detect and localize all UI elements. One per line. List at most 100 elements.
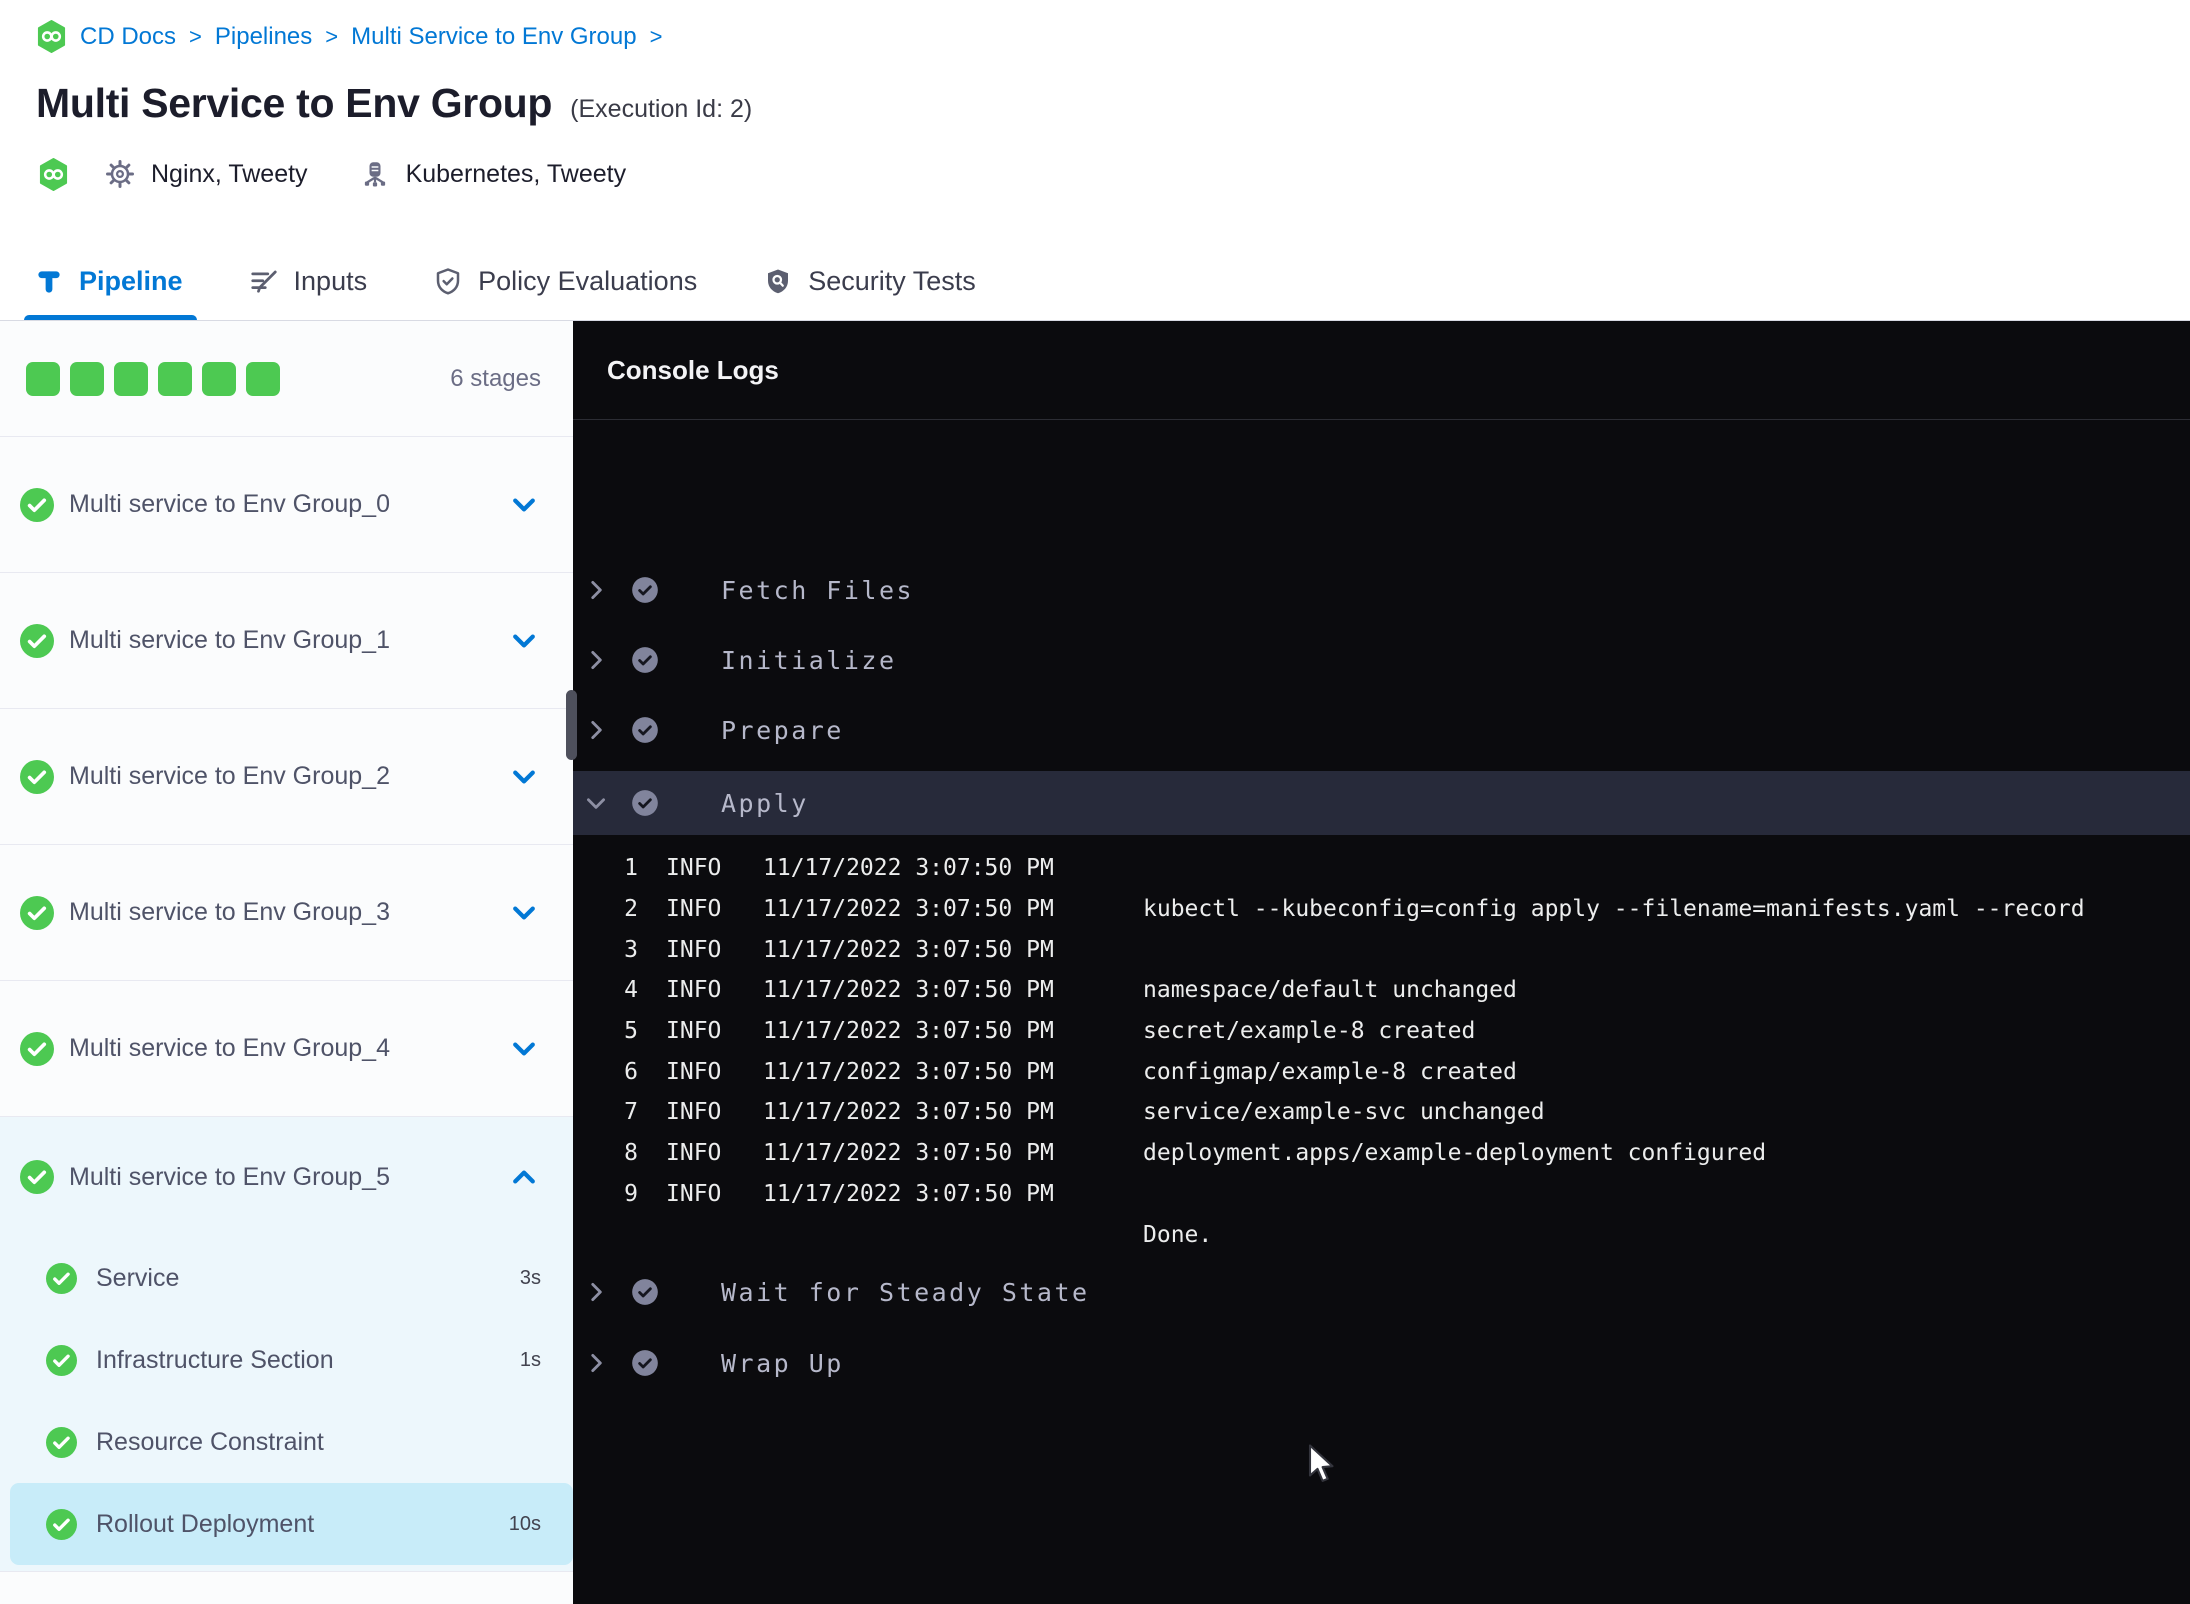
log-line-number: 2 — [624, 896, 638, 923]
tab-policy-evaluations-label: Policy Evaluations — [478, 266, 698, 296]
log-line: 5 INFO 11/17/2022 3:07:50 PM secret/exam… — [573, 1011, 2190, 1052]
success-check-icon — [20, 759, 54, 794]
stage-progress-square[interactable] — [26, 361, 60, 396]
log-level: INFO — [666, 1018, 722, 1045]
step-name: Service — [96, 1263, 180, 1292]
cd-module-icon — [39, 157, 68, 191]
step-row-rollout-deployment[interactable]: Rollout Deployment 10s — [10, 1483, 573, 1565]
stage-row[interactable]: Multi service to Env Group_5 — [0, 1117, 573, 1237]
console-header: Console Logs — [573, 321, 2190, 420]
execution-id-label: (Execution Id: 2) — [570, 95, 753, 123]
stage-name: Multi service to Env Group_0 — [69, 490, 390, 518]
chevron-down-icon[interactable] — [509, 490, 539, 520]
console-step-prepare[interactable]: Prepare — [573, 698, 2190, 762]
cd-module-icon — [37, 20, 66, 53]
tab-pipeline-label: Pipeline — [79, 266, 183, 296]
stage-row[interactable]: Multi service to Env Group_0 — [0, 437, 573, 573]
step-duration: 10s — [508, 1512, 541, 1535]
breadcrumb-item-pipeline-name[interactable]: Multi Service to Env Group — [351, 23, 636, 51]
log-level: INFO — [666, 1058, 722, 1085]
tab-security-tests-label: Security Tests — [808, 266, 976, 296]
stage-progress-square[interactable] — [70, 361, 104, 396]
gear-icon — [106, 160, 134, 188]
log-message: configmap/example-8 created — [1143, 1058, 1517, 1085]
tab-pipeline[interactable]: Pipeline — [24, 243, 197, 320]
tab-policy-evaluations[interactable]: Policy Evaluations — [433, 243, 697, 320]
chevron-down-icon — [587, 798, 605, 809]
tab-security-tests[interactable]: Security Tests — [763, 243, 976, 320]
log-line-number: 1 — [624, 855, 638, 882]
stage-row[interactable]: Multi service to Env Group_1 — [0, 573, 573, 709]
chevron-down-icon[interactable] — [509, 626, 539, 656]
chevron-down-icon[interactable] — [509, 898, 539, 928]
breadcrumb-item-cd-docs[interactable]: CD Docs — [80, 23, 176, 51]
stage-progress-square[interactable] — [158, 361, 192, 396]
log-message: secret/example-8 created — [1143, 1018, 1476, 1045]
chevron-down-icon[interactable] — [509, 762, 539, 792]
log-line: 4 INFO 11/17/2022 3:07:50 PM namespace/d… — [573, 970, 2190, 1011]
console-log-output: 1 INFO 11/17/2022 3:07:50 PM 2 INFO 11/1… — [573, 848, 2190, 1255]
log-level: INFO — [666, 855, 722, 882]
inputs-icon — [250, 270, 277, 293]
console-step-initialize[interactable]: Initialize — [573, 628, 2190, 692]
log-line: 6 INFO 11/17/2022 3:07:50 PM configmap/e… — [573, 1051, 2190, 1092]
console-step-fetch-files[interactable]: Fetch Files — [573, 558, 2190, 622]
console-step-wrap-up[interactable]: Wrap Up — [573, 1331, 2190, 1395]
log-level: INFO — [666, 977, 722, 1004]
execution-tabbar: Pipeline Inputs Policy Evaluations Secur… — [0, 243, 2190, 321]
console-step-name: Initialize — [721, 645, 897, 675]
log-line-number: 9 — [624, 1180, 638, 1207]
tab-inputs[interactable]: Inputs — [249, 243, 367, 320]
log-level: INFO — [666, 1180, 722, 1207]
log-timestamp: 11/17/2022 3:07:50 PM — [763, 1140, 1054, 1167]
stage-steps-list: Service 3s Infrastructure Section 1s Res… — [0, 1237, 573, 1571]
log-line: 3 INFO 11/17/2022 3:07:50 PM — [573, 929, 2190, 970]
step-row-resource-constraint[interactable]: Resource Constraint — [0, 1401, 573, 1483]
success-check-icon — [632, 1279, 658, 1305]
log-line-number: 3 — [624, 936, 638, 963]
log-message: kubectl --kubeconfig=config apply --file… — [1143, 896, 2085, 923]
environments-label: Kubernetes, Tweety — [405, 159, 627, 188]
log-line-number: 5 — [624, 1018, 638, 1045]
chevron-up-icon[interactable] — [509, 1162, 539, 1192]
success-check-icon — [632, 647, 658, 673]
success-check-icon — [632, 790, 658, 816]
services-group: Nginx, Tweety — [105, 159, 308, 189]
log-timestamp: 11/17/2022 3:07:50 PM — [763, 1058, 1054, 1085]
step-row-infrastructure[interactable]: Infrastructure Section 1s — [0, 1319, 573, 1401]
stage-progress-square[interactable] — [114, 361, 148, 396]
log-line: 1 INFO 11/17/2022 3:07:50 PM — [573, 848, 2190, 889]
stage-row[interactable]: Multi service to Env Group_3 — [0, 845, 573, 981]
log-line: 2 INFO 11/17/2022 3:07:50 PM kubectl --k… — [573, 889, 2190, 930]
title-row: Multi Service to Env Group (Execution Id… — [36, 80, 752, 127]
pipeline-icon — [38, 270, 60, 293]
scrollbar-thumb[interactable] — [566, 690, 577, 760]
log-level: INFO — [666, 936, 722, 963]
breadcrumb-separator: > — [189, 23, 202, 49]
chevron-down-icon[interactable] — [509, 1034, 539, 1064]
chevron-right-icon — [591, 651, 602, 669]
console-step-name: Apply — [721, 788, 809, 818]
step-duration: 3s — [519, 1266, 541, 1289]
console-logs-panel: Console Logs Fetch Files Initialize Prep… — [573, 321, 2190, 1604]
log-line-number: 8 — [624, 1140, 638, 1167]
success-check-icon — [46, 1426, 77, 1458]
success-check-icon — [20, 623, 54, 658]
success-check-icon — [20, 1160, 54, 1194]
stage-progress-square[interactable] — [246, 361, 280, 396]
console-title: Console Logs — [607, 354, 779, 385]
stage-name: Multi service to Env Group_1 — [69, 626, 390, 654]
stage-row[interactable]: Multi service to Env Group_2 — [0, 709, 573, 845]
console-step-wait-for-steady-state[interactable]: Wait for Steady State — [573, 1260, 2190, 1324]
success-check-icon — [632, 577, 658, 603]
stage-row[interactable]: Multi service to Env Group_4 — [0, 981, 573, 1117]
step-row-service[interactable]: Service 3s — [0, 1237, 573, 1319]
console-step-apply[interactable]: Apply — [573, 771, 2190, 835]
log-line: Done. — [573, 1214, 2190, 1255]
environments-group: Kubernetes, Tweety — [360, 159, 627, 189]
success-check-icon — [632, 717, 658, 743]
stage-progress-square[interactable] — [202, 361, 236, 396]
success-check-icon — [20, 487, 54, 522]
chevron-right-icon — [591, 581, 602, 599]
breadcrumb-item-pipelines[interactable]: Pipelines — [215, 23, 312, 51]
